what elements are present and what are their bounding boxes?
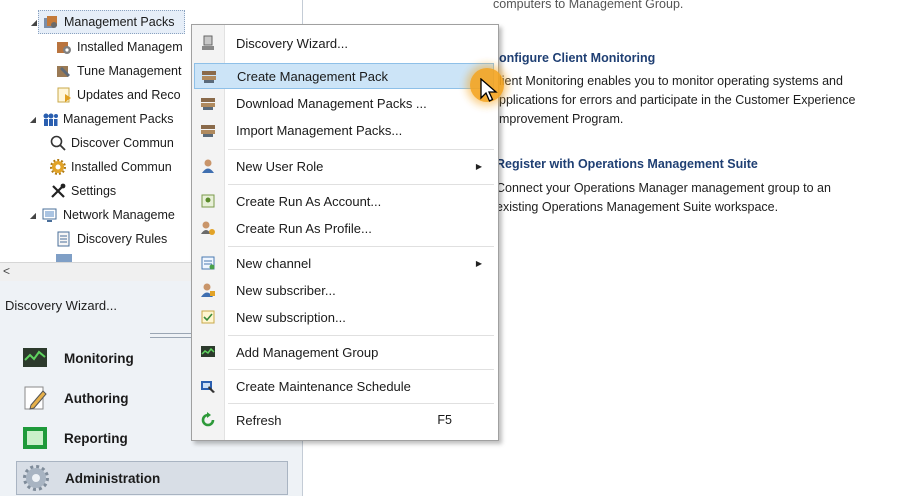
tree-item-updates[interactable]: Updates and Reco <box>56 84 181 106</box>
tree-item-tune-mp[interactable]: Tune Management <box>56 60 181 82</box>
refresh-icon <box>200 412 216 428</box>
discovery-wizard-icon <box>200 35 216 51</box>
menu-item-download-management-packs[interactable]: Download Management Packs ... <box>194 90 494 116</box>
channel-icon <box>200 255 216 271</box>
reporting-icon <box>22 425 48 451</box>
menu-item-add-management-group[interactable]: Add Management Group <box>194 339 494 365</box>
submenu-arrow-icon: ▶ <box>475 258 482 268</box>
tree-item-discovery-rules[interactable]: Discovery Rules <box>56 228 167 250</box>
menu-item-new-subscriber[interactable]: New subscriber... <box>194 277 494 303</box>
section2-line-1: Connect your Operations Manager manageme… <box>496 181 831 195</box>
user-role-icon <box>200 158 216 174</box>
register-oms-link[interactable]: Register with Operations Management Suit… <box>496 157 758 171</box>
monitoring-icon <box>22 345 48 371</box>
menu-item-create-maintenance-schedule[interactable]: Create Maintenance Schedule <box>194 373 494 399</box>
section2-line-2: existing Operations Management Suite wor… <box>496 200 779 214</box>
tree-item-discover-community[interactable]: Discover Commun <box>50 132 174 154</box>
tree-item-installed-community[interactable]: Installed Commun <box>50 156 172 178</box>
menu-item-create-management-pack[interactable]: Create Management Pack <box>194 63 494 89</box>
menu-item-new-user-role[interactable]: New User Role ▶ <box>194 153 494 179</box>
section1-line-2: pplications for errors and participate i… <box>499 93 856 107</box>
menu-separator <box>228 246 494 247</box>
community-packs-icon <box>42 111 58 127</box>
tune-mp-icon <box>56 63 72 79</box>
menu-separator <box>228 335 494 336</box>
menu-item-new-subscription[interactable]: New subscription... <box>194 304 494 330</box>
management-pack-icon <box>43 14 59 30</box>
section1-line-1: lient Monitoring enables you to monitor … <box>499 74 843 88</box>
maintenance-schedule-icon <box>200 378 216 394</box>
run-as-account-icon <box>200 193 216 209</box>
menu-item-create-run-as-account[interactable]: Create Run As Account... <box>194 188 494 214</box>
magnifier-icon <box>50 135 66 151</box>
administration-gear-icon <box>23 465 49 491</box>
management-group-icon <box>200 344 216 360</box>
settings-tools-icon <box>50 183 66 199</box>
submenu-arrow-icon: ▶ <box>475 161 482 171</box>
subscriber-icon <box>200 282 216 298</box>
authoring-icon <box>22 385 48 411</box>
refresh-shortcut: F5 <box>437 413 452 427</box>
tree-item-network-management[interactable]: ◢ Network Manageme <box>30 204 175 226</box>
expand-arrow-icon[interactable]: ◢ <box>29 115 37 124</box>
section1-line-3: mprovement Program. <box>499 112 624 126</box>
configure-client-monitoring-link[interactable]: onfigure Client Monitoring <box>499 51 655 65</box>
network-icon <box>42 207 58 223</box>
create-mp-icon <box>201 68 217 84</box>
tree-item-management-packs[interactable]: ◢ Management Packs <box>31 10 186 34</box>
menu-separator <box>228 184 494 185</box>
expand-arrow-icon[interactable]: ◢ <box>30 18 38 27</box>
discovery-rules-icon <box>56 231 72 247</box>
menu-separator <box>228 403 494 404</box>
run-as-profile-icon <box>200 220 216 236</box>
import-mp-icon <box>200 122 216 138</box>
download-mp-icon <box>200 95 216 111</box>
menu-item-create-run-as-profile[interactable]: Create Run As Profile... <box>194 215 494 241</box>
menu-separator <box>228 149 494 150</box>
menu-item-discovery-wizard[interactable]: Discovery Wizard... <box>194 30 494 56</box>
network-devices-icon <box>56 254 72 262</box>
tree-item-settings[interactable]: Settings <box>50 180 116 202</box>
context-menu: Discovery Wizard... Create Management Pa… <box>191 24 499 441</box>
menu-item-refresh[interactable]: Refresh F5 <box>194 407 494 433</box>
mouse-pointer-icon <box>480 78 498 102</box>
scroll-left-icon[interactable]: < <box>3 264 10 278</box>
content-top-line: computers to Management Group. <box>493 0 684 11</box>
discovery-wizard-link[interactable]: Discovery Wizard... <box>5 298 117 313</box>
expand-arrow-icon[interactable]: ◢ <box>29 211 37 220</box>
menu-item-new-channel[interactable]: New channel ▶ <box>194 250 494 276</box>
gear-icon <box>50 159 66 175</box>
menu-item-import-management-packs[interactable]: Import Management Packs... <box>194 117 494 143</box>
installed-mp-icon <box>56 39 72 55</box>
wunderbar-administration-button[interactable]: Administration <box>16 461 288 495</box>
tree-item-community-packs[interactable]: ◢ Management Packs <box>30 108 173 130</box>
tree-item-installed-mp[interactable]: Installed Managem <box>56 36 183 58</box>
menu-separator <box>228 369 494 370</box>
updates-icon <box>56 87 72 103</box>
subscription-icon <box>200 309 216 325</box>
